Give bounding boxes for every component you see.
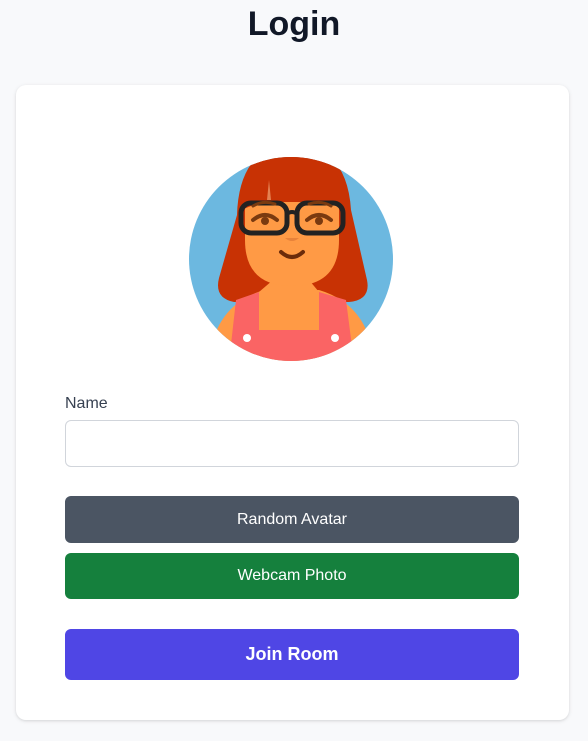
join-room-button[interactable]: Join Room (65, 629, 519, 680)
avatar-icon (189, 157, 393, 361)
webcam-photo-button[interactable]: Webcam Photo (65, 553, 519, 599)
name-input[interactable] (65, 420, 519, 467)
name-label: Name (65, 395, 108, 412)
login-card: Name Random Avatar Webcam Photo Join Roo… (16, 85, 569, 720)
page-title: Login (247, 5, 341, 43)
random-avatar-button[interactable]: Random Avatar (65, 496, 519, 543)
avatar (189, 140, 395, 362)
